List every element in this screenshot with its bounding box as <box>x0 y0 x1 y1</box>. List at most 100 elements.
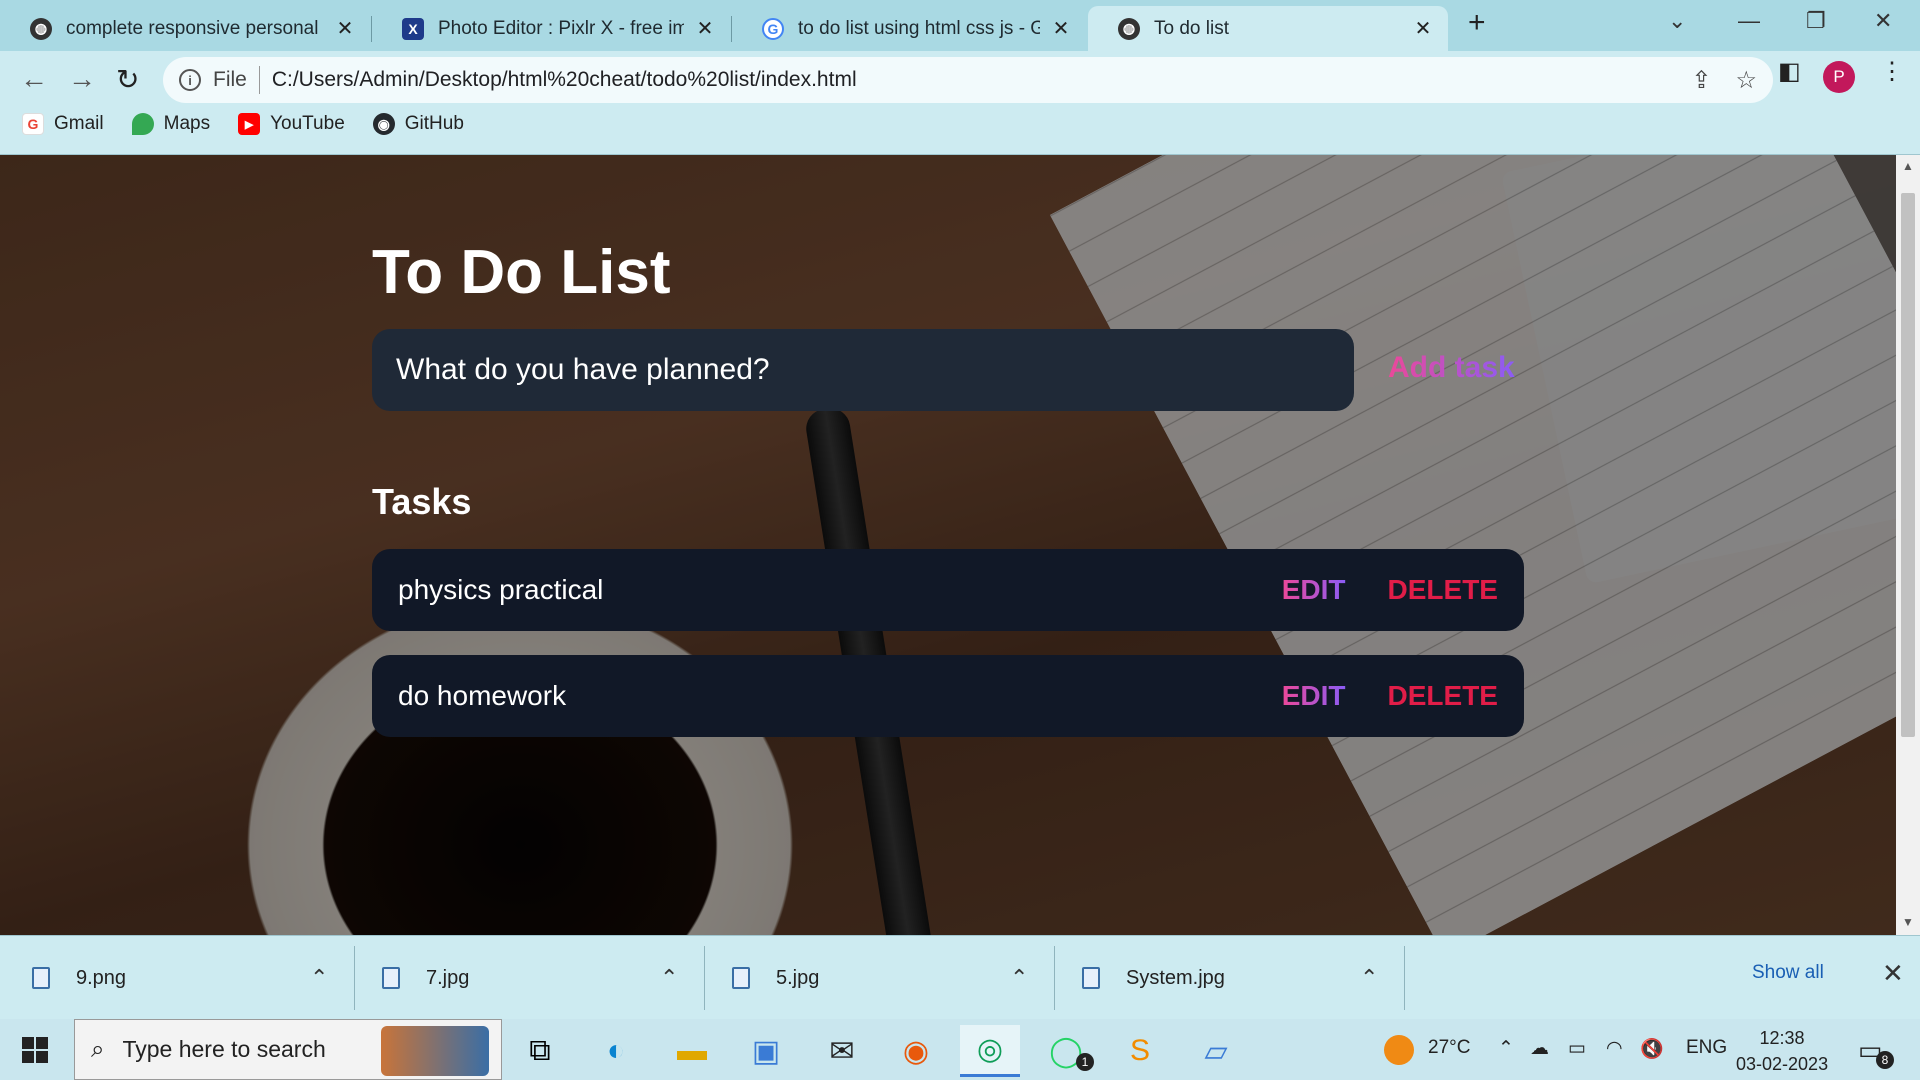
edge-icon[interactable]: ◐ <box>586 1025 646 1077</box>
bookmark-label: YouTube <box>270 113 345 134</box>
page-viewport: To Do List What do you have planned? Add… <box>0 155 1896 935</box>
scroll-down-icon[interactable]: ▼ <box>1902 915 1914 929</box>
download-item[interactable]: 9.png ⌃ <box>0 936 350 1020</box>
close-tab-icon[interactable]: ✕ <box>1050 16 1072 41</box>
close-tab-icon[interactable]: ✕ <box>334 16 356 41</box>
task-item: do homework EDIT DELETE <box>372 655 1524 737</box>
volume-muted-icon[interactable]: 🔇 <box>1640 1037 1664 1061</box>
address-bar[interactable]: i File C:/Users/Admin/Desktop/html%20che… <box>163 57 1773 103</box>
profile-avatar[interactable]: P <box>1823 61 1855 93</box>
close-tab-icon[interactable]: ✕ <box>694 16 716 41</box>
windows-start-icon[interactable] <box>22 1037 48 1063</box>
chevron-up-icon[interactable]: ⌃ <box>1010 965 1050 991</box>
share-icon[interactable]: ⇪ <box>1691 66 1711 95</box>
url-text[interactable]: C:/Users/Admin/Desktop/html%20cheat/todo… <box>272 68 857 92</box>
bookmark-youtube[interactable]: ▶ YouTube <box>238 113 345 135</box>
github-icon: ◉ <box>372 113 395 135</box>
tab-title: to do list using html css js - Goog <box>798 17 1040 39</box>
delete-button[interactable]: DELETE <box>1388 574 1498 606</box>
menu-icon[interactable]: ⋮ <box>1880 57 1904 86</box>
address-divider <box>258 66 260 94</box>
scroll-up-icon[interactable]: ▲ <box>1902 159 1914 173</box>
file-explorer-icon[interactable]: ▬ <box>662 1025 722 1077</box>
tab-search-icon[interactable]: ⌄ <box>1668 8 1686 34</box>
download-item[interactable]: 7.jpg ⌃ <box>350 936 700 1020</box>
minimize-icon[interactable]: — <box>1738 8 1760 34</box>
download-filename: 9.png <box>76 966 127 989</box>
sublime-text-icon[interactable]: S <box>1110 1025 1170 1077</box>
edit-button[interactable]: EDIT <box>1282 680 1346 712</box>
download-divider <box>1404 946 1405 1010</box>
forward-icon[interactable]: → <box>68 63 96 95</box>
download-filename: System.jpg <box>1126 966 1225 989</box>
reload-icon[interactable]: ↻ <box>116 63 139 96</box>
task-view-icon[interactable]: ⧉ <box>510 1025 570 1077</box>
image-file-icon <box>32 967 50 989</box>
clock-date: 03-02-2023 <box>1736 1054 1829 1074</box>
image-file-icon <box>382 967 400 989</box>
bookmark-label: Maps <box>163 113 211 134</box>
browser-tab[interactable]: X Photo Editor : Pixlr X - free image ✕ <box>372 6 730 51</box>
downloads-bar: 9.png ⌃ 7.jpg ⌃ 5.jpg ⌃ System.jpg ⌃ Sho… <box>0 935 1920 1019</box>
new-task-input[interactable]: What do you have planned? <box>372 329 1354 411</box>
gmail-icon: G <box>22 113 44 135</box>
bookmark-star-icon[interactable]: ☆ <box>1735 66 1757 95</box>
bookmark-maps[interactable]: Maps <box>131 113 211 135</box>
youtube-icon: ▶ <box>238 113 261 135</box>
add-task-button[interactable]: Add task <box>1388 351 1515 385</box>
notepad-icon[interactable]: ▱ <box>1186 1025 1246 1077</box>
side-panel-icon[interactable]: ◧ <box>1778 57 1801 86</box>
bookmark-github[interactable]: ◉ GitHub <box>372 113 464 135</box>
bookmark-gmail[interactable]: G Gmail <box>22 113 104 135</box>
new-tab-button[interactable]: + <box>1468 6 1486 40</box>
edit-button[interactable]: EDIT <box>1282 574 1346 606</box>
delete-button[interactable]: DELETE <box>1388 680 1498 712</box>
download-item[interactable]: System.jpg ⌃ <box>1050 936 1400 1020</box>
chevron-up-icon[interactable]: ⌃ <box>1360 965 1400 991</box>
search-icon: ⌕ <box>91 1035 105 1063</box>
chevron-up-icon[interactable]: ⌃ <box>660 965 700 991</box>
back-icon[interactable]: ← <box>20 63 48 95</box>
tab-title: Photo Editor : Pixlr X - free image <box>438 17 684 39</box>
taskbar-search[interactable]: ⌕ Type here to search <box>74 1019 502 1080</box>
mail-icon[interactable]: ✉ <box>812 1025 872 1077</box>
task-item: physics practical EDIT DELETE <box>372 549 1524 631</box>
restore-icon[interactable]: ❐ <box>1806 8 1826 34</box>
task-text: physics practical <box>398 574 604 605</box>
bookmark-label: Gmail <box>54 113 104 134</box>
windows-taskbar: ⌕ Type here to search ⧉ ◐ ▬ ▣ ✉ ◉ ◎ ◯ 1 … <box>0 1019 1920 1080</box>
page-title: To Do List <box>372 238 671 307</box>
scheme-label: File <box>213 68 247 91</box>
clock[interactable]: 12:38 03-02-2023 <box>1736 1025 1828 1077</box>
task-text: do homework <box>398 680 567 711</box>
download-filename: 5.jpg <box>776 966 820 989</box>
info-icon[interactable]: i <box>179 69 201 91</box>
scroll-thumb[interactable] <box>1901 193 1915 737</box>
browser-tab[interactable]: ◍ complete responsive personal po ✕ <box>0 6 370 51</box>
language-indicator[interactable]: ENG <box>1686 1037 1727 1059</box>
browser-tab-active[interactable]: ◍ To do list ✕ <box>1088 6 1448 51</box>
page-scrollbar[interactable]: ▲ ▼ <box>1896 155 1920 935</box>
chevron-up-icon[interactable]: ⌃ <box>310 965 350 991</box>
tab-title: To do list <box>1154 17 1229 39</box>
weather-temperature[interactable]: 27°C <box>1428 1037 1470 1059</box>
firefox-icon[interactable]: ◉ <box>886 1025 946 1077</box>
globe-icon: ◍ <box>1118 17 1140 40</box>
bookmarks-bar: G Gmail Maps ▶ YouTube ◉ GitHub <box>22 113 464 135</box>
image-file-icon <box>1082 967 1100 989</box>
onedrive-icon[interactable]: ☁ <box>1530 1037 1549 1060</box>
close-tab-icon[interactable]: ✕ <box>1412 16 1434 41</box>
battery-icon[interactable]: ▭ <box>1568 1037 1586 1060</box>
download-item[interactable]: 5.jpg ⌃ <box>700 936 1050 1020</box>
chrome-icon[interactable]: ◎ <box>960 1025 1020 1077</box>
show-all-link[interactable]: Show all <box>1752 962 1824 984</box>
tab-title: complete responsive personal po <box>66 17 324 39</box>
close-downloads-icon[interactable]: ✕ <box>1882 958 1904 989</box>
show-hidden-icons-icon[interactable]: ⌃ <box>1498 1037 1514 1060</box>
tab-strip: ◍ complete responsive personal po ✕ X Ph… <box>0 0 1920 51</box>
wifi-icon[interactable]: ◠ <box>1606 1037 1623 1060</box>
microsoft-store-icon[interactable]: ▣ <box>736 1025 796 1077</box>
pixlr-icon: X <box>402 17 424 40</box>
browser-tab[interactable]: G to do list using html css js - Goog ✕ <box>732 6 1086 51</box>
close-window-icon[interactable]: ✕ <box>1874 8 1892 34</box>
